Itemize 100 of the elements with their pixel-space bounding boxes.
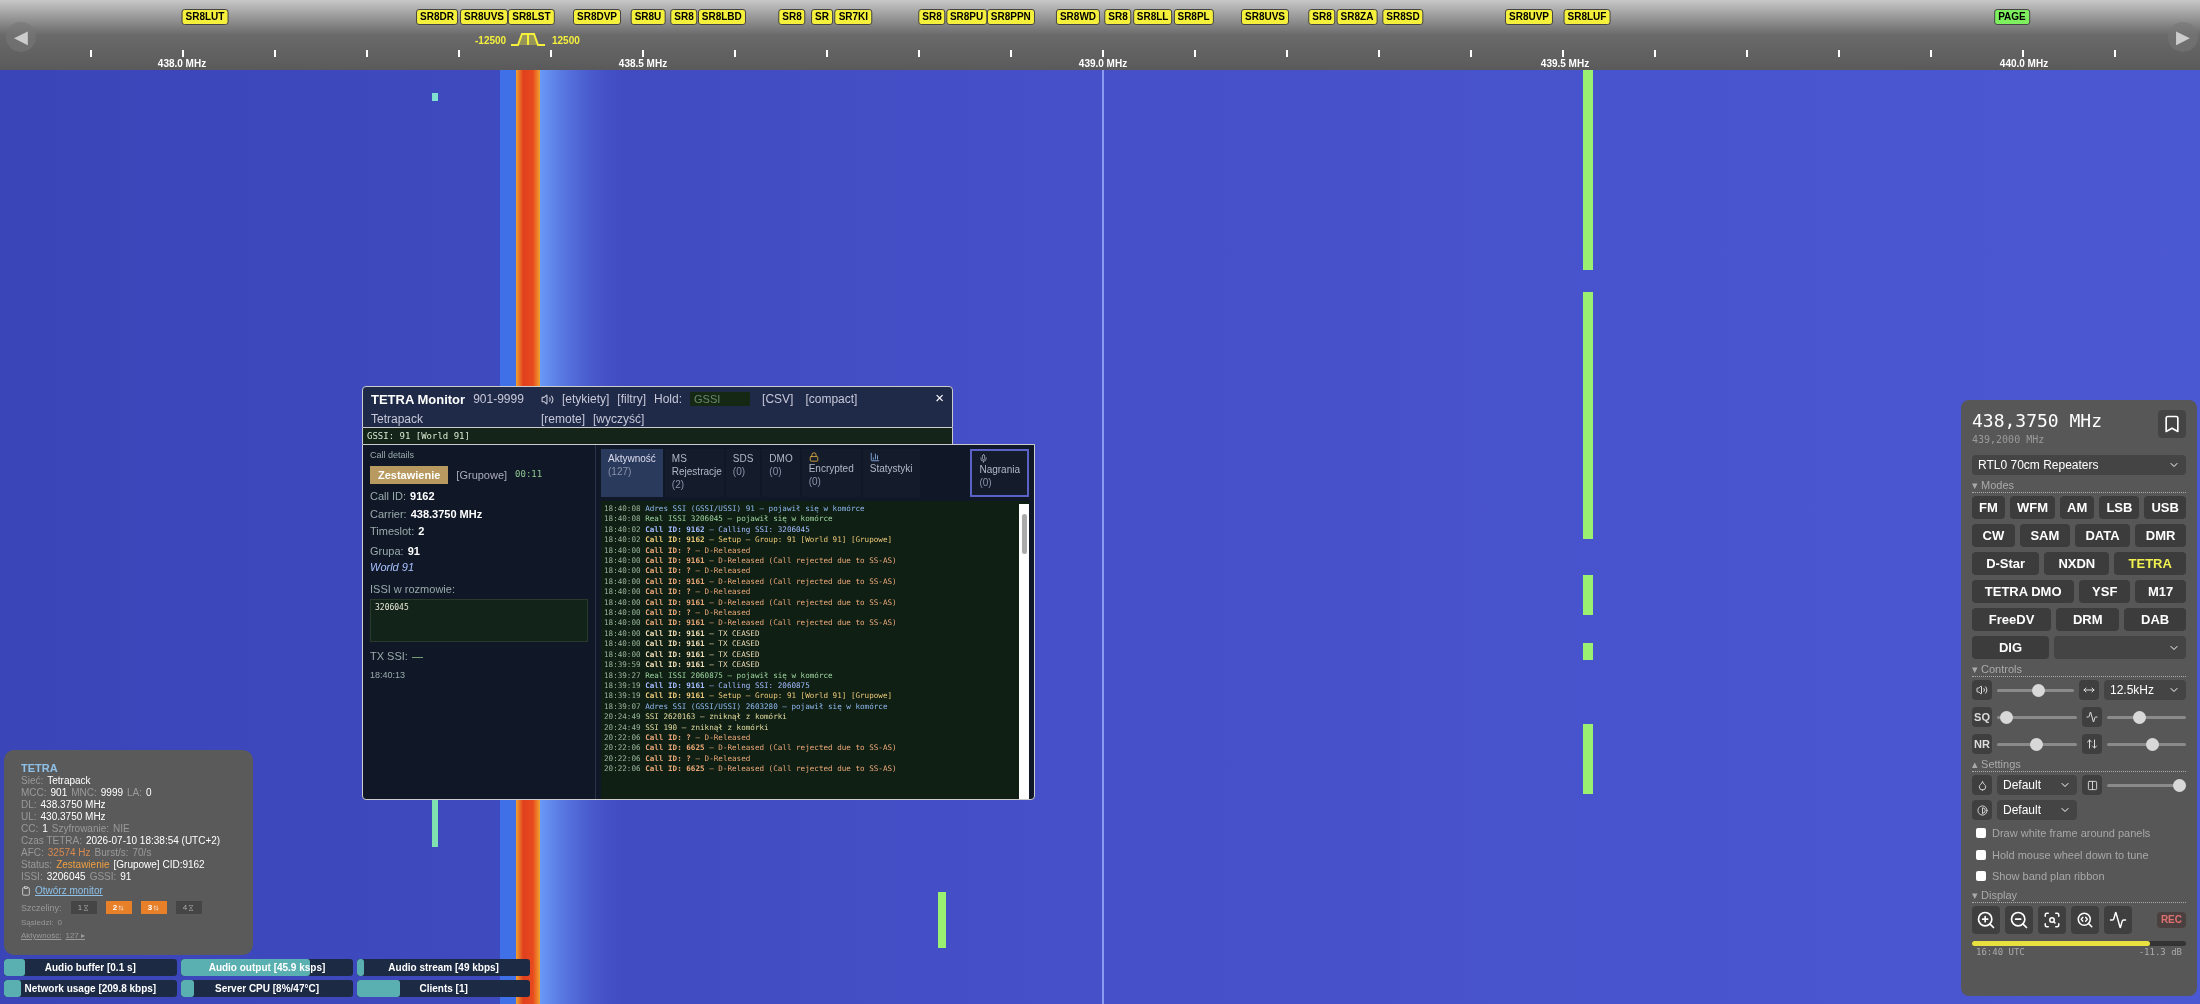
frequency-scale[interactable]: [0, 0, 2200, 70]
squelch-auto-slider[interactable]: [2106, 710, 2186, 724]
header-link[interactable]: [filtry]: [617, 390, 647, 408]
zoom-in-button[interactable]: [1972, 905, 2000, 934]
mode-button[interactable]: TETRA DMO: [1972, 580, 2075, 603]
header-link[interactable]: [CSV]: [762, 390, 794, 408]
noise-reduction-slider[interactable]: [1997, 737, 2077, 751]
call-time: 18:40:13: [370, 668, 407, 682]
mode-button[interactable]: YSF: [2079, 580, 2131, 603]
frequency-label: 438.0 MHz: [157, 57, 207, 71]
checkbox[interactable]: [1976, 871, 1986, 882]
passband-icon[interactable]: [510, 32, 546, 46]
frequency-display[interactable]: 438,3750 MHz: [1972, 410, 2103, 432]
mode-button[interactable]: FreeDV: [1972, 608, 2052, 631]
header-link[interactable]: [compact]: [805, 390, 858, 408]
station-marker[interactable]: SR8UVS: [1241, 9, 1289, 25]
header-link[interactable]: [etykiety]: [562, 390, 610, 408]
mode-button[interactable]: WFM: [2009, 496, 2055, 519]
field-value: 91: [407, 543, 420, 559]
spectrum-button[interactable]: [2104, 905, 2132, 934]
speaker-icon[interactable]: [541, 392, 554, 406]
mode-button[interactable]: DATA: [2074, 524, 2131, 547]
station-marker[interactable]: SR8SD: [1382, 9, 1424, 25]
station-marker[interactable]: SR: [811, 9, 833, 25]
station-marker[interactable]: SR8PPN: [986, 9, 1035, 25]
header-link[interactable]: [wyczyść]: [593, 410, 645, 428]
monitor-tab[interactable]: MS Rejestracje (2): [664, 449, 724, 497]
monitor-tab[interactable]: Nagrania (0): [970, 449, 1029, 497]
contrast-button[interactable]: [1972, 800, 1992, 820]
station-marker[interactable]: PAGE: [1994, 9, 2030, 25]
station-marker[interactable]: SR8DVP: [573, 9, 621, 25]
bookmark-button[interactable]: [2158, 410, 2186, 438]
mode-button[interactable]: M17: [2135, 580, 2186, 603]
noise-reduction-button[interactable]: NR: [1972, 734, 1992, 754]
range-text: 901-9999: [473, 391, 524, 408]
mode-button[interactable]: USB: [2144, 496, 2186, 519]
monitor-tab[interactable]: SDS (0): [725, 449, 761, 497]
theme-button[interactable]: [1972, 775, 1992, 795]
level-button[interactable]: [2081, 734, 2102, 754]
volume-button[interactable]: [1972, 680, 1992, 700]
monitor-tab[interactable]: Aktywność (127): [601, 449, 663, 497]
zoom-out-button[interactable]: [2005, 905, 2033, 934]
monitor-tab[interactable]: Statystyki: [862, 449, 920, 497]
station-marker[interactable]: SR8: [918, 9, 946, 25]
mode-button[interactable]: AM: [2060, 496, 2095, 519]
station-marker[interactable]: SR8UVP: [1505, 9, 1553, 25]
mode-button[interactable]: DMR: [2135, 524, 2186, 547]
theme-select[interactable]: Default: [1997, 775, 2077, 795]
volume-slider[interactable]: [1997, 683, 2074, 697]
station-marker[interactable]: SR8WD: [1055, 9, 1101, 25]
station-marker[interactable]: SR8DR: [416, 9, 458, 25]
open-monitor-link[interactable]: Otwórz monitor: [35, 885, 103, 897]
mode-button[interactable]: TETRA: [2114, 552, 2186, 575]
station-marker[interactable]: SR8LUF: [1563, 9, 1611, 25]
mode-button[interactable]: DAB: [2124, 608, 2186, 631]
opacity-button[interactable]: [2082, 775, 2102, 795]
station-marker[interactable]: SR8LL: [1132, 9, 1173, 25]
mode-button[interactable]: DIG: [1972, 636, 2050, 659]
station-marker[interactable]: SR7KI: [834, 9, 873, 25]
station-marker[interactable]: SR8PU: [945, 9, 988, 25]
station-marker[interactable]: SR8: [1308, 9, 1336, 25]
station-marker[interactable]: SR8LST: [508, 9, 555, 25]
squelch-slider[interactable]: [1997, 710, 2077, 724]
monitor-tab[interactable]: Encrypted (0): [801, 449, 861, 497]
opacity-slider[interactable]: [2107, 778, 2186, 792]
station-marker[interactable]: SR8LBD: [697, 9, 746, 25]
station-marker[interactable]: SR8PL: [1173, 9, 1214, 25]
header-link[interactable]: [remote]: [541, 410, 585, 428]
monitor-tab[interactable]: DMO (0): [762, 449, 800, 497]
scrollbar[interactable]: [1019, 504, 1029, 799]
mode-button[interactable]: LSB: [2099, 496, 2140, 519]
station-marker[interactable]: SR8: [670, 9, 698, 25]
station-marker[interactable]: SR8: [1104, 9, 1132, 25]
mode-button[interactable]: D-Star: [1972, 552, 2040, 575]
station-marker[interactable]: SR8LUT: [181, 9, 229, 25]
mode-button[interactable]: FM: [1972, 496, 2005, 519]
zoom-band-button[interactable]: [2071, 905, 2099, 934]
status-text: 438.3750 MHz: [40, 799, 106, 811]
squelch-button[interactable]: SQ: [1972, 707, 1992, 727]
mode-button[interactable]: NXDN: [2044, 552, 2110, 575]
waveform-icon: [2085, 711, 2098, 723]
bandwidth-select[interactable]: 12.5kHz: [2104, 680, 2186, 700]
contrast-select[interactable]: Default: [1997, 800, 2077, 820]
mode-button[interactable]: CW: [1972, 524, 2015, 547]
station-marker[interactable]: SR8ZA: [1336, 9, 1378, 25]
close-button[interactable]: ×: [935, 390, 944, 406]
frequency-label: 439.0 MHz: [1078, 57, 1128, 71]
hold-field[interactable]: GSSI: [690, 392, 751, 406]
nr-level-slider[interactable]: [2106, 737, 2186, 751]
station-marker[interactable]: SR8: [778, 9, 806, 25]
mode-button[interactable]: DRM: [2056, 608, 2120, 631]
checkbox[interactable]: [1976, 828, 1986, 839]
station-marker[interactable]: SR8U: [630, 9, 666, 25]
bandwidth-button[interactable]: [2079, 680, 2099, 700]
zoom-fit-button[interactable]: [2038, 905, 2066, 934]
station-marker[interactable]: SR8UVS: [460, 9, 508, 25]
mode-button[interactable]: SAM: [2019, 524, 2070, 547]
auto-squelch-button[interactable]: [2081, 707, 2102, 727]
profile-select[interactable]: RTL0 70cm Repeaters: [1972, 455, 2186, 475]
checkbox[interactable]: [1976, 849, 1986, 860]
